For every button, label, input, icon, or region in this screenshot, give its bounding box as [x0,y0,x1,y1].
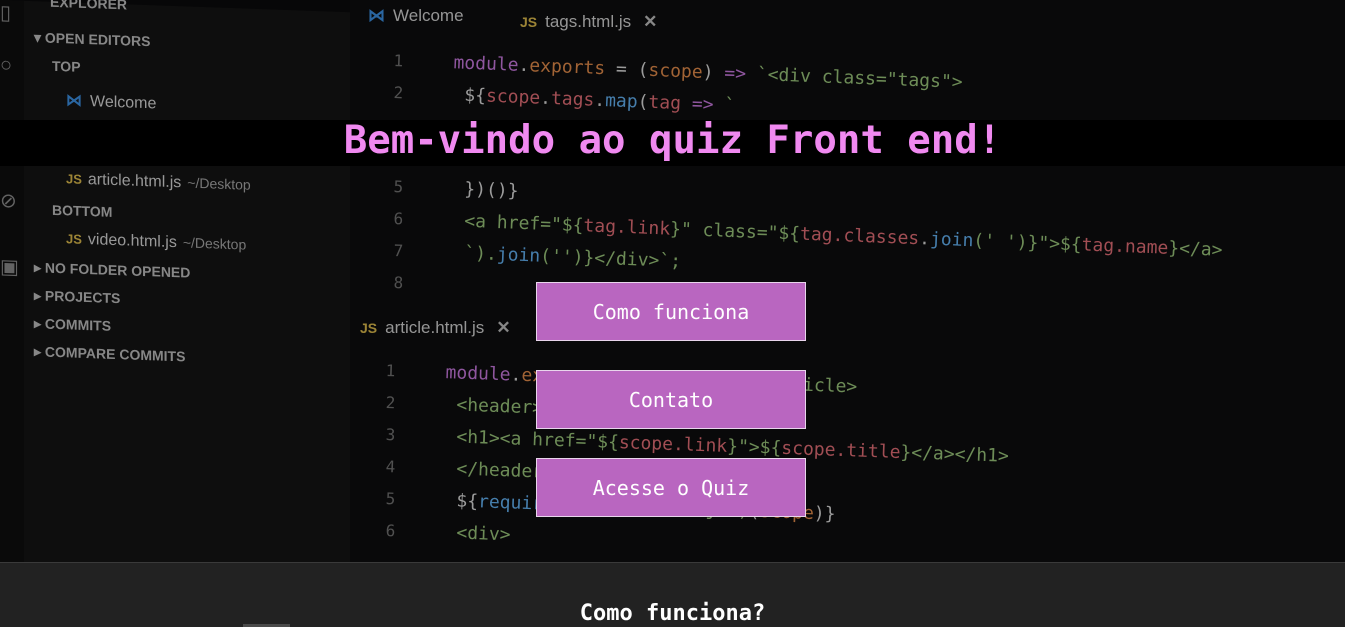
page: ▯ ○ ⊘ ▣ EXPLORER ▾ OPEN EDITORS TOP ⋈ Wel… [0,0,1345,627]
how-it-works-section: Como funciona? [0,562,1345,627]
how-it-works-button[interactable]: Como funciona [536,282,806,341]
access-quiz-button[interactable]: Acesse o Quiz [536,458,806,517]
page-title: Bem-vindo ao quiz Front end! [343,118,1002,163]
section-heading: Como funciona? [579,601,766,626]
contact-button[interactable]: Contato [536,370,806,429]
